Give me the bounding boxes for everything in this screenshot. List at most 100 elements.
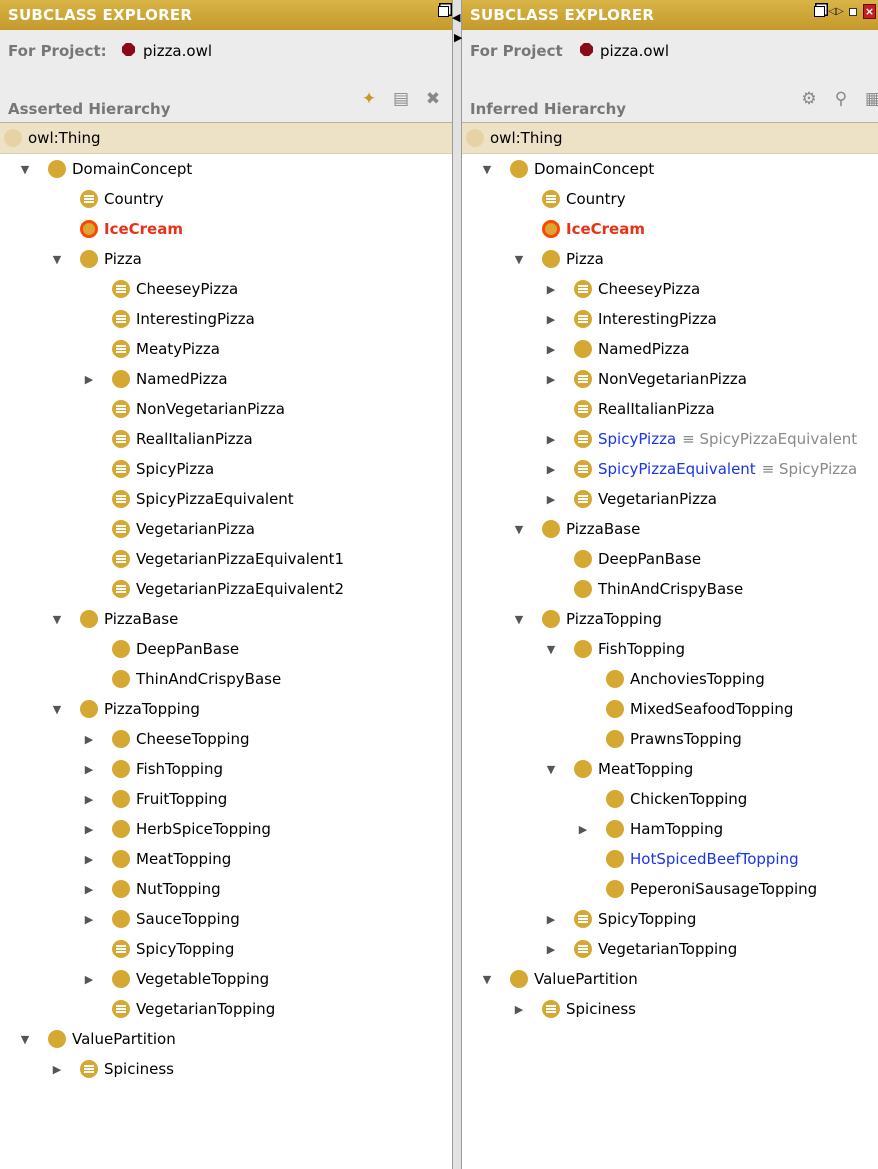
tree-root[interactable]: owl:Thing	[462, 122, 878, 154]
expand-toggle-icon[interactable]: ▶	[544, 282, 558, 296]
tree-node[interactable]: ▶ Spiciness	[462, 994, 878, 1024]
split-divider[interactable]: ◀ ▶	[452, 0, 462, 1169]
tree-node[interactable]: ▶ NamedPizza	[0, 364, 452, 394]
tree-node[interactable]: ▼ PizzaBase	[0, 604, 452, 634]
expand-toggle-icon[interactable]: ▶	[576, 822, 590, 836]
tree-node[interactable]: CheeseyPizza	[0, 274, 452, 304]
tree-node[interactable]: ▶ HamTopping	[462, 814, 878, 844]
tree-node[interactable]: VegetarianPizzaEquivalent2	[0, 574, 452, 604]
tree-node[interactable]: PrawnsTopping	[462, 724, 878, 754]
tree-node[interactable]: MeatyPizza	[0, 334, 452, 364]
minimize-icon[interactable]	[846, 5, 860, 19]
expand-toggle-icon[interactable]: ▶	[82, 852, 96, 866]
tree-node[interactable]: InterestingPizza	[0, 304, 452, 334]
expand-toggle-icon[interactable]: ▶	[82, 912, 96, 926]
tree-node[interactable]: ▶ NonVegetarianPizza	[462, 364, 878, 394]
expand-toggle-icon[interactable]: ▶	[512, 1002, 526, 1016]
tree-node[interactable]: ▶ MeatTopping	[0, 844, 452, 874]
tree-node[interactable]: ChickenTopping	[462, 784, 878, 814]
collapse-toggle-icon[interactable]: ▼	[512, 252, 526, 266]
tree-node[interactable]: NonVegetarianPizza	[0, 394, 452, 424]
tree-node[interactable]: ▶ NutTopping	[0, 874, 452, 904]
tree-node[interactable]: ▼ PizzaBase	[462, 514, 878, 544]
tree-node[interactable]: RealItalianPizza	[0, 424, 452, 454]
tree-node[interactable]: VegetarianTopping	[0, 994, 452, 1024]
tree-node[interactable]: ▼ MeatTopping	[462, 754, 878, 784]
tree-node[interactable]: ▼ ValuePartition	[0, 1024, 452, 1054]
tree-node[interactable]: ▶ SpicyTopping	[462, 904, 878, 934]
tree-root[interactable]: owl:Thing	[0, 122, 452, 154]
collapse-toggle-icon[interactable]: ▼	[50, 612, 64, 626]
collapse-toggle-icon[interactable]: ▼	[50, 252, 64, 266]
tree-node[interactable]: ▶ SpicyPizzaEquivalent ≡ SpicyPizza	[462, 454, 878, 484]
collapse-toggle-icon[interactable]: ▼	[512, 522, 526, 536]
tree-node[interactable]: DeepPanBase	[0, 634, 452, 664]
expand-toggle-icon[interactable]: ▶	[82, 972, 96, 986]
expand-toggle-icon[interactable]: ▶	[544, 912, 558, 926]
expand-toggle-icon[interactable]: ▶	[544, 372, 558, 386]
toolbar-icon[interactable]: ▦	[862, 88, 878, 110]
tree-node[interactable]: ▼ FishTopping	[462, 634, 878, 664]
tree-node[interactable]: ▶ SpicyPizza ≡ SpicyPizzaEquivalent	[462, 424, 878, 454]
tree-node[interactable]: ▶ VegetarianTopping	[462, 934, 878, 964]
collapse-toggle-icon[interactable]: ▼	[512, 612, 526, 626]
expand-toggle-icon[interactable]: ▶	[544, 342, 558, 356]
tree-node[interactable]: ▼ Pizza	[462, 244, 878, 274]
expand-toggle-icon[interactable]: ▶	[544, 312, 558, 326]
add-sibling-icon[interactable]: ▤	[390, 88, 412, 110]
expand-toggle-icon[interactable]: ▶	[544, 462, 558, 476]
tree-node[interactable]: ▼ Pizza	[0, 244, 452, 274]
collapse-toggle-icon[interactable]: ▼	[18, 162, 32, 176]
classify-icon[interactable]: ⚙	[798, 88, 820, 110]
tree-node[interactable]: MixedSeafoodTopping	[462, 694, 878, 724]
tree-node[interactable]: AnchoviesTopping	[462, 664, 878, 694]
tree-node[interactable]: ▶ FishTopping	[0, 754, 452, 784]
collapse-toggle-icon[interactable]: ▼	[50, 702, 64, 716]
tree-node[interactable]: SpicyTopping	[0, 934, 452, 964]
delete-class-icon[interactable]: ✖	[422, 88, 444, 110]
tree-node[interactable]: IceCream	[0, 214, 452, 244]
tree-node[interactable]: Country	[462, 184, 878, 214]
tree-node[interactable]: VegetarianPizza	[0, 514, 452, 544]
expand-toggle-icon[interactable]: ▶	[82, 882, 96, 896]
collapse-toggle-icon[interactable]: ▼	[544, 642, 558, 656]
tree-node[interactable]: ThinAndCrispyBase	[462, 574, 878, 604]
resize-icon[interactable]: ◁▷	[828, 5, 843, 19]
tree-node[interactable]: ▼ PizzaTopping	[462, 604, 878, 634]
tree-node[interactable]: SpicyPizzaEquivalent	[0, 484, 452, 514]
restore-icon[interactable]	[812, 5, 826, 19]
tree-node[interactable]: ▶ CheeseyPizza	[462, 274, 878, 304]
tree-node[interactable]: ThinAndCrispyBase	[0, 664, 452, 694]
tree-node[interactable]: PeperoniSausageTopping	[462, 874, 878, 904]
tree-node[interactable]: ▼ DomainConcept	[462, 154, 878, 184]
collapse-toggle-icon[interactable]: ▼	[544, 762, 558, 776]
tree-node[interactable]: ▼ PizzaTopping	[0, 694, 452, 724]
expand-toggle-icon[interactable]: ▶	[544, 942, 558, 956]
tree-node[interactable]: ▶ NamedPizza	[462, 334, 878, 364]
collapse-toggle-icon[interactable]: ▼	[480, 162, 494, 176]
find-class-icon[interactable]: ⚲	[830, 88, 852, 110]
expand-toggle-icon[interactable]: ▶	[544, 432, 558, 446]
tree-node[interactable]: IceCream	[462, 214, 878, 244]
tree-node[interactable]: ▶ HerbSpiceTopping	[0, 814, 452, 844]
collapse-toggle-icon[interactable]: ▼	[480, 972, 494, 986]
collapse-toggle-icon[interactable]: ▼	[18, 1032, 32, 1046]
tree-node[interactable]: Country	[0, 184, 452, 214]
restore-icon[interactable]	[436, 4, 450, 18]
expand-toggle-icon[interactable]: ▶	[82, 762, 96, 776]
tree-node[interactable]: RealItalianPizza	[462, 394, 878, 424]
collapse-left-icon[interactable]: ◀	[452, 12, 460, 23]
tree-node[interactable]: ▶ VegetarianPizza	[462, 484, 878, 514]
tree-node[interactable]: ▶ FruitTopping	[0, 784, 452, 814]
tree-node[interactable]: ▶ CheeseTopping	[0, 724, 452, 754]
add-subclass-icon[interactable]: ✦	[358, 88, 380, 110]
expand-toggle-icon[interactable]: ▶	[50, 1062, 64, 1076]
tree-node[interactable]: VegetarianPizzaEquivalent1	[0, 544, 452, 574]
tree-node[interactable]: ▼ ValuePartition	[462, 964, 878, 994]
expand-toggle-icon[interactable]: ▶	[82, 372, 96, 386]
tree-node[interactable]: HotSpicedBeefTopping	[462, 844, 878, 874]
tree-node[interactable]: SpicyPizza	[0, 454, 452, 484]
expand-toggle-icon[interactable]: ▶	[82, 822, 96, 836]
tree-node[interactable]: ▶ Spiciness	[0, 1054, 452, 1084]
tree-node[interactable]: ▶ SauceTopping	[0, 904, 452, 934]
